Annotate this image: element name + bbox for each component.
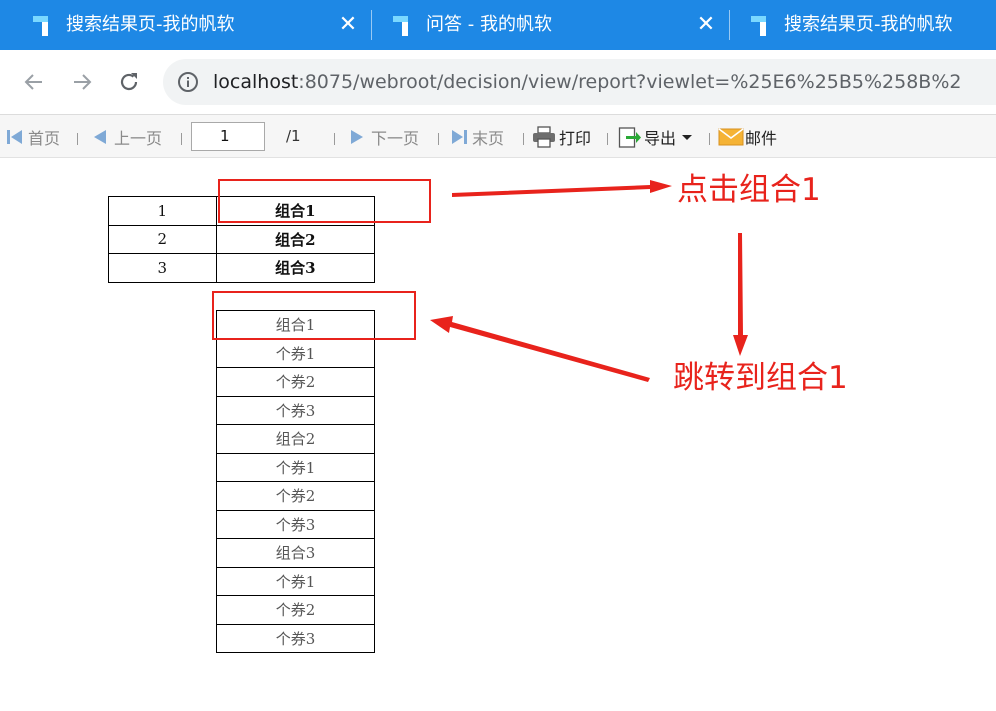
arrow-right-icon: [74, 74, 92, 90]
toolbar-separator: [77, 133, 78, 145]
table-row: 个券3: [216, 623, 375, 653]
first-page-button[interactable]: 首页: [6, 125, 60, 149]
detail-cell: 个券2: [216, 367, 375, 397]
tab-title: 搜索结果页-我的帆软: [784, 14, 953, 35]
table-row: 组合3: [216, 538, 375, 568]
last-page-label: 末页: [472, 129, 505, 148]
caret-down-icon: [682, 135, 693, 140]
arrow-right-icon: [452, 180, 672, 197]
print-button[interactable]: 打印: [532, 125, 591, 149]
prev-page-icon: [94, 130, 106, 144]
table-row: 个券2: [216, 481, 375, 511]
print-label: 打印: [559, 129, 592, 148]
detail-cell: 个券1: [216, 338, 375, 368]
address-bar[interactable]: localhost:8075/webroot/decision/view/rep…: [163, 59, 996, 105]
detail-cell: 个券3: [216, 395, 375, 425]
prev-page-button[interactable]: 上一页: [92, 125, 162, 149]
first-page-icon: [7, 130, 22, 144]
detail-list-table: 组合1 个券1 个券2 个券3 组合2 个券1 个券2 个券3 组合3 个券1 …: [216, 310, 375, 653]
table-row: 个券1: [216, 338, 375, 368]
tab-title: 搜索结果页-我的帆软: [66, 14, 235, 35]
jump-annotation-label: 跳转到组合1: [673, 360, 848, 396]
toolbar-separator: [334, 133, 335, 145]
browser-tab-2[interactable]: 问答 - 我的帆软 ✕: [390, 0, 730, 50]
arrow-down-icon: [733, 233, 748, 356]
jump-highlight-box: [212, 291, 416, 340]
back-button[interactable]: [18, 66, 50, 98]
arrow-left-icon: [24, 74, 42, 90]
browser-tab-3[interactable]: 搜索结果页-我的帆软: [748, 0, 996, 50]
detail-cell: 个券2: [216, 481, 375, 511]
browser-tab-strip: 搜索结果页-我的帆软 ✕ 问答 - 我的帆软 ✕ 搜索结果页-我的帆软: [0, 0, 996, 50]
detail-cell: 个券2: [216, 595, 375, 625]
detail-cell: 组合3: [216, 538, 375, 568]
last-page-button[interactable]: 末页: [450, 125, 504, 149]
info-icon[interactable]: [177, 71, 199, 93]
reload-button[interactable]: [113, 66, 145, 98]
arrow-left-icon: [430, 316, 650, 382]
toolbar-separator: [709, 133, 710, 145]
url-text[interactable]: localhost:8075/webroot/decision/view/rep…: [213, 69, 962, 95]
tab-title: 问答 - 我的帆软: [426, 14, 552, 35]
tab-close-icon[interactable]: ✕: [335, 10, 361, 40]
detail-cell: 个券1: [216, 452, 375, 482]
click-highlight-box: [218, 179, 431, 223]
table-row: 个券2: [216, 367, 375, 397]
tab-separator: [729, 10, 730, 40]
envelope-icon: [718, 128, 744, 146]
url-host: localhost: [213, 71, 299, 93]
url-path: :8075/webroot/decision/view/report?viewl…: [298, 71, 962, 93]
detail-cell: 组合2: [216, 424, 375, 454]
toolbar-separator: [523, 133, 524, 145]
fanruan-logo-icon: [393, 16, 408, 36]
table-row: 个券2: [216, 595, 375, 625]
table-row: 个券1: [216, 452, 375, 482]
printer-icon: [533, 126, 555, 148]
table-row: 个券1: [216, 566, 375, 596]
reload-icon: [120, 73, 138, 91]
mail-label: 邮件: [745, 129, 778, 148]
row-number-cell: 1: [108, 196, 217, 226]
detail-cell: 个券1: [216, 566, 375, 596]
next-page-icon: [351, 130, 363, 144]
fanruan-logo-icon: [751, 16, 766, 36]
table-row: 组合2: [216, 424, 375, 454]
page-number-input[interactable]: 1: [191, 122, 265, 151]
group-link-cell[interactable]: 组合2: [215, 224, 376, 254]
tab-separator: [371, 10, 372, 40]
click-annotation-label: 点击组合1: [677, 172, 821, 208]
toolbar-separator: [181, 133, 182, 145]
export-button[interactable]: 导出: [618, 125, 693, 149]
fanruan-logo-icon: [33, 16, 48, 36]
export-icon: [618, 127, 641, 148]
next-page-button[interactable]: 下一页: [349, 125, 419, 149]
mail-button[interactable]: 邮件: [718, 125, 777, 149]
group-link-cell[interactable]: 组合3: [215, 253, 376, 283]
browser-tab-1[interactable]: 搜索结果页-我的帆软 ✕: [30, 0, 370, 50]
table-row: 2 组合2: [108, 224, 376, 254]
table-row: 个券3: [216, 395, 375, 425]
next-page-label: 下一页: [371, 129, 420, 148]
detail-cell: 个券3: [216, 509, 375, 539]
last-page-icon: [452, 130, 467, 144]
forward-button[interactable]: [66, 66, 98, 98]
report-toolbar: 首页 上一页 1 /1 下一页 末页 打印 导出 邮件: [0, 114, 996, 158]
toolbar-separator: [607, 133, 608, 145]
browser-nav-bar: localhost:8075/webroot/decision/view/rep…: [0, 50, 996, 114]
table-row: 个券3: [216, 509, 375, 539]
first-page-label: 首页: [28, 129, 61, 148]
page-total: /1: [286, 127, 301, 145]
row-number-cell: 2: [108, 224, 217, 254]
tab-close-icon[interactable]: ✕: [693, 10, 719, 40]
table-row: 3 组合3: [108, 253, 376, 283]
toolbar-separator: [438, 133, 439, 145]
row-number-cell: 3: [108, 253, 217, 283]
export-label: 导出: [644, 129, 677, 148]
prev-page-label: 上一页: [114, 129, 163, 148]
detail-cell: 个券3: [216, 623, 375, 653]
